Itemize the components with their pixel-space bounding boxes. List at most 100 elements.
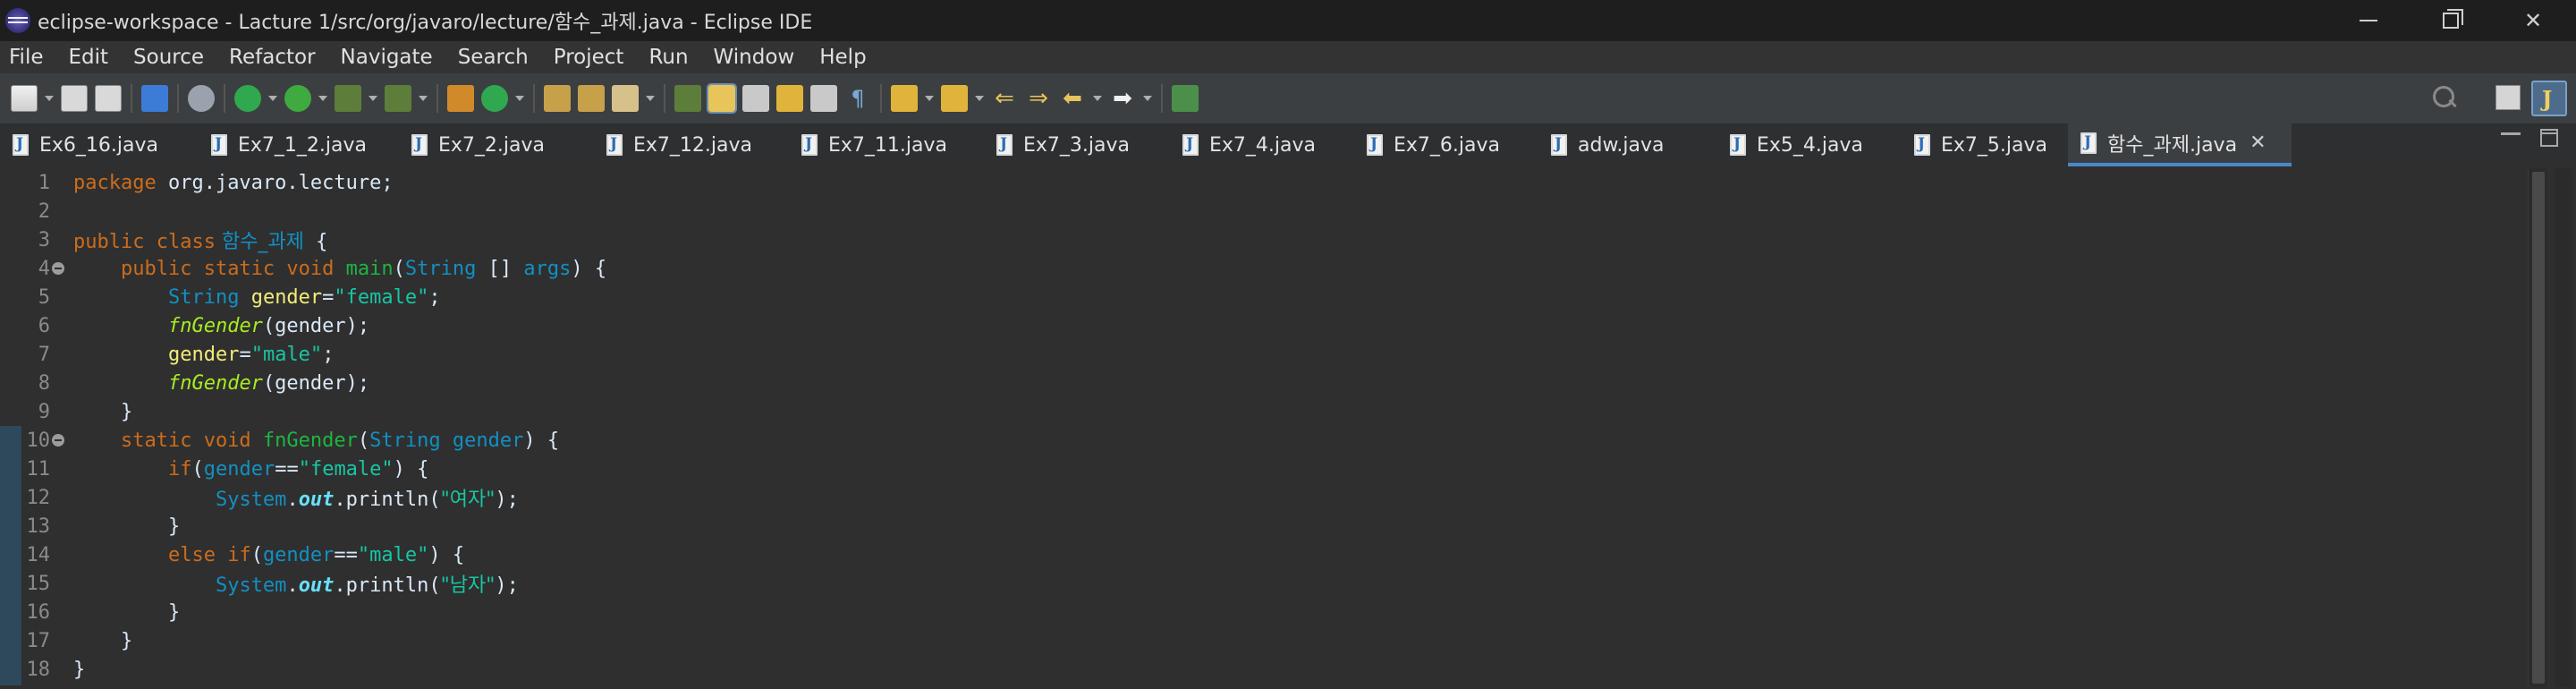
menu-refactor[interactable]: Refactor [216,41,327,73]
new-dropdown-icon[interactable] [43,85,55,112]
external-tools-icon[interactable] [385,85,411,112]
search-icon[interactable] [2431,84,2458,111]
last-edit-location-icon[interactable]: ⇐ [991,85,1018,112]
tab-ex7-2[interactable]: Ex7_2.java [399,123,594,166]
menu-project[interactable]: Project [541,41,637,73]
tab-ex7-1-2[interactable]: Ex7_1_2.java [199,123,399,166]
coverage-dropdown-icon[interactable] [367,85,379,112]
menu-window[interactable]: Window [701,41,808,73]
menu-bar: File Edit Source Refactor Navigate Searc… [0,41,2576,73]
menu-search[interactable]: Search [445,41,541,73]
menu-file[interactable]: File [0,41,56,73]
toolbar-separator [436,84,438,113]
new-file-icon[interactable] [11,85,38,112]
code-line: 14 else if(gender=="male") { [0,540,2522,569]
tab-ex7-5[interactable]: Ex7_5.java [1902,123,2068,166]
previous-annotation-dropdown-icon[interactable] [973,85,986,112]
next-annotation-icon[interactable] [891,85,918,112]
save-all-icon[interactable] [95,85,122,112]
menu-help[interactable]: Help [807,41,878,73]
open-type-icon[interactable] [544,85,571,112]
tab-ex7-11[interactable]: Ex7_11.java [789,123,984,166]
forward-edit-icon[interactable]: ⇒ [1025,85,1052,112]
whitespace-icon[interactable]: ¶ [844,85,871,112]
menu-edit[interactable]: Edit [56,41,122,73]
previous-annotation-icon[interactable] [941,85,968,112]
toggle-block-selection-icon[interactable] [742,85,769,112]
menu-navigate[interactable]: Navigate [328,41,445,73]
pin-editor-icon[interactable] [1172,85,1199,112]
open-task-icon[interactable] [578,85,605,112]
fold-collapse-icon[interactable] [52,434,64,447]
skip-breakpoints-icon[interactable] [188,85,215,112]
code-text: } [73,515,181,538]
tab-function-assignment[interactable]: 함수_과제.java ✕ [2068,123,2292,166]
method-name: fnGender [250,429,358,452]
window-title: eclipse-workspace - Lacture 1/src/org/ja… [38,12,813,34]
variable-name: gender [239,285,323,309]
toggle-mark-occurrences-icon[interactable] [707,83,737,114]
tab-ex7-12[interactable]: Ex7_12.java [594,123,789,166]
back-icon[interactable]: ⬅ [1059,85,1086,112]
new-package-icon[interactable] [447,85,474,112]
new-class-dropdown-icon[interactable] [513,85,526,112]
tab-adw[interactable]: adw.java [1538,123,1717,166]
fold-collapse-icon[interactable] [52,262,64,275]
vertical-scrollbar[interactable] [2528,168,2547,687]
open-perspective-icon[interactable] [2496,85,2521,110]
code-token: org.javaro.lecture; [156,171,394,194]
close-tab-icon[interactable]: ✕ [2250,133,2266,153]
next-annotation-dropdown-icon[interactable] [923,85,936,112]
toolbar-separator [224,84,225,113]
code-text: fnGender(gender); [73,315,369,337]
code-token: { [303,231,328,253]
forward-dropdown-icon[interactable] [1141,85,1154,112]
search-tool-icon[interactable] [612,85,639,112]
show-source-icon[interactable] [810,85,837,112]
debug-dropdown-icon[interactable] [267,85,279,112]
tab-ex7-4[interactable]: Ex7_4.java [1170,123,1354,166]
forward-icon[interactable]: ➡ [1109,85,1136,112]
minimize-button[interactable] [2327,0,2410,41]
tab-ex5-4[interactable]: Ex5_4.java [1717,123,1902,166]
keyword: class [144,231,216,253]
tab-ex7-3[interactable]: Ex7_3.java [984,123,1170,166]
toggle-word-wrap-icon[interactable] [776,85,803,112]
code-text: } [73,400,133,423]
run-dropdown-icon[interactable] [317,85,329,112]
back-dropdown-icon[interactable] [1091,85,1104,112]
restore-button[interactable] [2410,0,2492,41]
debug-icon[interactable] [234,85,261,112]
minimize-icon [2360,20,2377,21]
scrollbar-thumb[interactable] [2532,172,2545,684]
minimize-view-icon[interactable] [2501,132,2521,141]
close-window-button[interactable]: ✕ [2492,0,2574,41]
maximize-view-icon[interactable] [2540,129,2558,147]
code-line: 18 } [0,655,2522,684]
overview-ruler[interactable] [2555,168,2572,687]
code-token: ) { [571,257,607,280]
restore-icon [2443,9,2463,29]
search-dropdown-icon[interactable] [644,85,657,112]
java-perspective-icon[interactable] [2531,81,2567,116]
toggle-breadcrumb-icon[interactable] [674,85,701,112]
run-icon[interactable] [284,85,311,112]
class-name: System [215,489,287,511]
code-editor[interactable]: 1 package org.javaro.lecture; 2 3 public… [0,166,2576,689]
terminal-icon[interactable] [141,85,168,112]
external-tools-dropdown-icon[interactable] [417,85,429,112]
toolbar-separator [664,84,665,113]
keyword: public [73,231,145,253]
code-token: ) { [393,457,429,481]
menu-source[interactable]: Source [121,41,216,73]
save-icon[interactable] [61,85,88,112]
new-class-icon[interactable] [481,85,508,112]
code-token: = [239,343,251,366]
line-number: 6 [38,314,50,337]
type-name: String [404,257,477,280]
menu-run[interactable]: Run [636,41,700,73]
code-token: == [334,543,358,566]
tab-ex7-6[interactable]: Ex7_6.java [1354,123,1538,166]
coverage-icon[interactable] [335,85,361,112]
tab-ex6-16[interactable]: Ex6_16.java [0,123,199,166]
